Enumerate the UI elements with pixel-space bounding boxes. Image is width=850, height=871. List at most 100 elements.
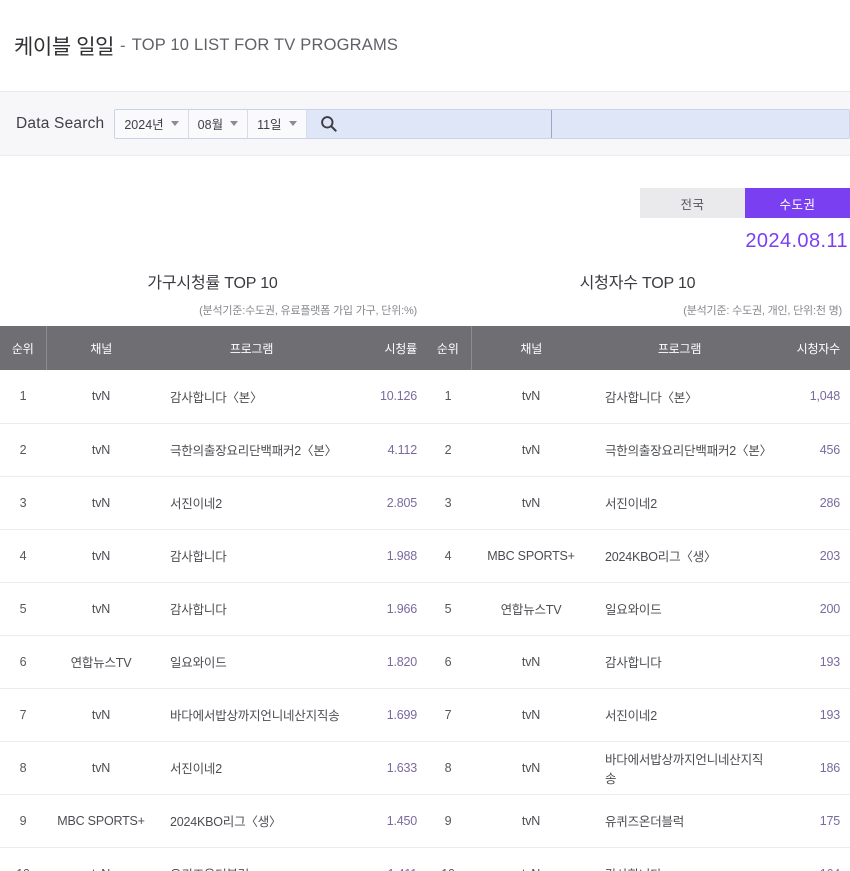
day-select-value: 11일 <box>257 118 282 132</box>
page-title: 케이블 일일 <box>14 35 115 59</box>
cell-channel: tvN <box>471 423 591 477</box>
table-row[interactable]: 9 MBC SPORTS+ 2024KBO리그〈생〉 1.450 <box>0 794 425 848</box>
viewers-count-table: 순위 채널 프로그램 시청자수 1 tvN 감사합니다〈본〉 1,048 2 tvN 극한의… <box>425 326 850 871</box>
cell-program: 바다에서밥상까지언니네산지직송 <box>591 741 768 795</box>
cell-channel: tvN <box>471 476 591 530</box>
table-row[interactable]: 5 tvN 감사합니다 1.966 <box>0 582 425 636</box>
table-row[interactable]: 1 tvN 감사합니다〈본〉 10.126 <box>0 370 425 424</box>
cell-value: 456 <box>768 423 850 477</box>
cell-rank: 1 <box>0 370 46 424</box>
cell-channel: 연합뉴스TV <box>46 635 156 689</box>
page-header: 케이블 일일 - TOP 10 LIST FOR TV PROGRAMS <box>0 0 850 92</box>
secondary-search-input[interactable] <box>552 109 849 138</box>
cell-program: 감사합니다〈본〉 <box>156 370 347 424</box>
column-header-channel: 채널 <box>46 326 156 370</box>
month-select[interactable]: 08월 <box>188 109 249 138</box>
cell-value: 1.699 <box>347 688 425 742</box>
cell-program: 감사합니다 <box>591 847 768 871</box>
table-row[interactable]: 4 MBC SPORTS+ 2024KBO리그〈생〉 203 <box>425 529 850 583</box>
cell-rank: 6 <box>0 635 46 689</box>
data-search-bar: Data Search 2024년 08월 11일 <box>0 92 850 156</box>
household-rating-body: 1 tvN 감사합니다〈본〉 10.126 2 tvN 극한의출장요리단백패커2〈본〉 4.1… <box>0 370 425 871</box>
cell-rank: 3 <box>0 476 46 530</box>
cell-program: 유퀴즈온더블럭 <box>156 847 347 871</box>
cell-channel: tvN <box>46 423 156 477</box>
table-row[interactable]: 10tvN감사합니다164 <box>425 847 850 871</box>
cell-channel: tvN <box>46 847 156 871</box>
cell-program: 감사합니다 <box>156 529 347 583</box>
cell-value: 1.988 <box>347 529 425 583</box>
table-row[interactable]: 2 tvN 극한의출장요리단백패커2〈본〉 456 <box>425 423 850 477</box>
cell-value: 1.411 <box>347 847 425 871</box>
table-row[interactable]: 6 tvN 감사합니다 193 <box>425 635 850 689</box>
cell-value: 186 <box>768 741 850 795</box>
cell-value: 164 <box>768 847 850 871</box>
cell-channel: tvN <box>46 476 156 530</box>
cell-channel: MBC SPORTS+ <box>471 529 591 583</box>
chevron-down-icon <box>230 121 239 126</box>
cell-channel: 연합뉴스TV <box>471 582 591 636</box>
search-input[interactable] <box>350 109 551 138</box>
cell-channel: tvN <box>46 688 156 742</box>
cell-program: 2024KBO리그〈생〉 <box>591 529 768 583</box>
cell-rank: 9 <box>425 794 471 848</box>
cell-rank: 5 <box>425 582 471 636</box>
cell-program: 감사합니다 <box>156 582 347 636</box>
cell-channel: tvN <box>471 794 591 848</box>
cell-value: 193 <box>768 635 850 689</box>
cell-value: 1.633 <box>347 741 425 795</box>
table-row[interactable]: 7 tvN 서진이네2 193 <box>425 688 850 742</box>
table-row[interactable]: 6 연합뉴스TV 일요와이드 1.820 <box>0 635 425 689</box>
cell-program: 극한의출장요리단백패커2〈본〉 <box>156 423 347 477</box>
cell-rank: 4 <box>425 529 471 583</box>
cell-value: 200 <box>768 582 850 636</box>
cell-rank: 10 <box>425 847 471 871</box>
cell-channel: tvN <box>471 847 591 871</box>
table-row[interactable]: 3 tvN 서진이네2 286 <box>425 476 850 530</box>
cell-program: 일요와이드 <box>591 582 768 636</box>
table-row[interactable]: 8 tvN 서진이네2 1.633 <box>0 741 425 795</box>
table-row[interactable]: 7 tvN 바다에서밥상까지언니네산지직송 1.699 <box>0 688 425 742</box>
table-row[interactable]: 8 tvN 바다에서밥상까지언니네산지직송 186 <box>425 741 850 795</box>
column-header-program: 프로그램 <box>591 326 768 370</box>
selected-date-label: 2024.08.11 <box>745 230 848 252</box>
data-search-label: Data Search <box>16 114 105 132</box>
table-row[interactable]: 1 tvN 감사합니다〈본〉 1,048 <box>425 370 850 424</box>
cell-rank: 3 <box>425 476 471 530</box>
search-button[interactable] <box>306 109 351 138</box>
table-row[interactable]: 9 tvN 유퀴즈온더블럭 175 <box>425 794 850 848</box>
table-row[interactable]: 5 연합뉴스TV 일요와이드 200 <box>425 582 850 636</box>
day-select[interactable]: 11일 <box>248 109 307 138</box>
tab-nationwide[interactable]: 전국 <box>640 188 745 218</box>
cell-rank: 5 <box>0 582 46 636</box>
cell-channel: tvN <box>46 370 156 424</box>
table-row[interactable]: 2 tvN 극한의출장요리단백패커2〈본〉 4.112 <box>0 423 425 477</box>
cell-value: 4.112 <box>347 423 425 477</box>
page-subtitle: TOP 10 LIST FOR TV PROGRAMS <box>131 36 399 54</box>
search-icon <box>321 116 337 132</box>
year-select[interactable]: 2024년 <box>115 109 189 138</box>
household-rating-title: 가구시청률 TOP 10 <box>147 275 278 292</box>
cell-program: 2024KBO리그〈생〉 <box>156 794 347 848</box>
column-header-value: 시청자수 <box>768 326 850 370</box>
cell-program: 극한의출장요리단백패커2〈본〉 <box>591 423 772 477</box>
cell-program: 감사합니다〈본〉 <box>591 370 768 424</box>
cell-program: 유퀴즈온더블럭 <box>591 794 768 848</box>
cell-value: 193 <box>768 688 850 742</box>
table-row[interactable]: 3 tvN 서진이네2 2.805 <box>0 476 425 530</box>
search-field-group: 2024년 08월 11일 <box>114 108 850 139</box>
viewers-count-title: 시청자수 TOP 10 <box>579 275 696 292</box>
cell-value: 175 <box>768 794 850 848</box>
cell-rank: 8 <box>0 741 46 795</box>
table-header-row: 순위 채널 프로그램 시청자수 <box>425 326 850 370</box>
viewers-count-subtitle: (분석기준: 수도권, 개인, 단위:천 명) <box>683 305 842 317</box>
table-row[interactable]: 4 tvN 감사합니다 1.988 <box>0 529 425 583</box>
cell-channel: tvN <box>471 635 591 689</box>
tab-metro[interactable]: 수도권 <box>745 188 850 218</box>
year-select-value: 2024년 <box>124 118 164 132</box>
table-header-row: 순위 채널 프로그램 시청률 <box>0 326 425 370</box>
column-header-program: 프로그램 <box>156 326 347 370</box>
household-rating-panel: 가구시청률 TOP 10 (분석기준:수도권, 유료플랫폼 가입 가구, 단위:… <box>0 269 425 871</box>
table-row[interactable]: 10tvN유퀴즈온더블럭1.411 <box>0 847 425 871</box>
cell-value: 10.126 <box>347 370 425 424</box>
